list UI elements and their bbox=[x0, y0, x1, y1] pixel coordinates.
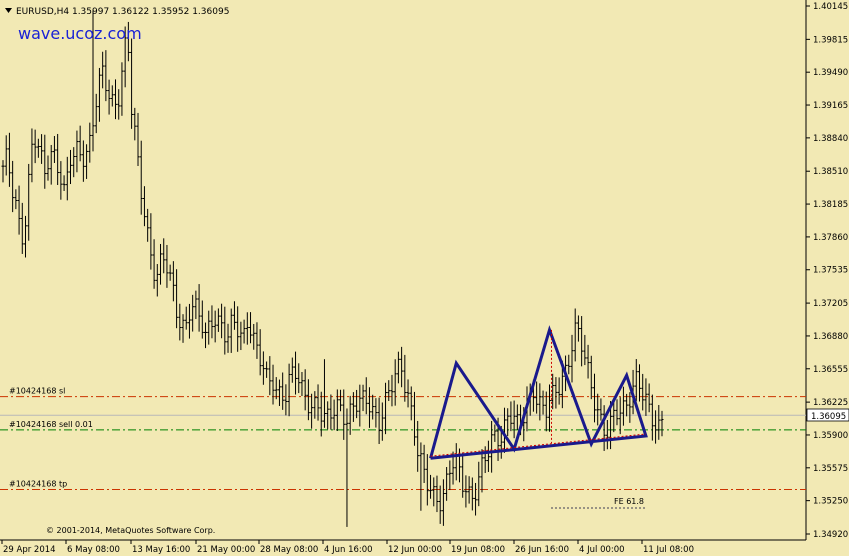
current-price-label: 1.36095 bbox=[811, 412, 846, 422]
order-level-label: #10424168 tp bbox=[9, 480, 67, 489]
price-chart[interactable]: #10424168 sl #10424168 sell 0.01 #10424168… bbox=[0, 0, 849, 556]
y-tick-label: 1.37205 bbox=[813, 299, 848, 309]
x-tick-label: 4 Jul 00:00 bbox=[579, 545, 625, 555]
x-tick-label: 28 May 08:00 bbox=[260, 545, 318, 555]
x-tick-label: 6 May 08:00 bbox=[67, 545, 120, 555]
watermark: wave.ucoz.com bbox=[18, 24, 142, 43]
y-tick-label: 1.36225 bbox=[813, 398, 848, 408]
x-tick-label: 11 Jul 08:00 bbox=[643, 545, 694, 555]
x-tick-label: 13 May 16:00 bbox=[132, 545, 190, 555]
chart-window: #10424168 sl #10424168 sell 0.01 #10424168… bbox=[0, 0, 849, 556]
y-tick-label: 1.40145 bbox=[813, 2, 848, 12]
y-tick-label: 1.34920 bbox=[813, 530, 848, 540]
plot-area bbox=[0, 0, 806, 540]
y-tick-label: 1.39490 bbox=[813, 68, 848, 78]
y-tick-label: 1.37535 bbox=[813, 266, 848, 276]
y-tick-label: 1.36880 bbox=[813, 332, 848, 342]
symbol-header: EURUSD,H4 1.35997 1.36122 1.35952 1.3609… bbox=[16, 7, 229, 17]
y-tick-label: 1.35900 bbox=[813, 431, 848, 441]
y-tick-label: 1.38510 bbox=[813, 167, 848, 177]
copyright-text: © 2001-2014, MetaQuotes Software Corp. bbox=[46, 526, 215, 535]
y-tick-label: 1.36555 bbox=[813, 365, 848, 375]
x-tick-label: 12 Jun 00:00 bbox=[388, 545, 442, 555]
x-tick-label: 26 Jun 16:00 bbox=[515, 545, 569, 555]
x-tick-label: 21 May 00:00 bbox=[197, 545, 255, 555]
y-axis: 1.40145 1.39815 1.39490 1.39165 1.38840 1.385… bbox=[806, 2, 848, 540]
y-tick-label: 1.38185 bbox=[813, 200, 848, 210]
y-tick-label: 1.35575 bbox=[813, 464, 848, 474]
y-tick-label: 1.35250 bbox=[813, 497, 848, 507]
y-tick-label: 1.39165 bbox=[813, 101, 848, 111]
order-level-label: #10424168 sell 0.01 bbox=[9, 420, 93, 429]
fibo-label: FE 61.8 bbox=[614, 497, 644, 506]
order-level-label: #10424168 sl bbox=[9, 387, 65, 396]
x-tick-label: 19 Jun 08:00 bbox=[451, 545, 505, 555]
x-tick-label: 4 Jun 16:00 bbox=[324, 545, 373, 555]
y-tick-label: 1.37860 bbox=[813, 233, 848, 243]
y-tick-label: 1.39815 bbox=[813, 35, 848, 45]
y-tick-label: 1.38840 bbox=[813, 134, 848, 144]
x-tick-label: 29 Apr 2014 bbox=[3, 545, 56, 555]
x-axis: 29 Apr 2014 6 May 08:00 13 May 16:00 21 May… bbox=[1, 540, 694, 555]
